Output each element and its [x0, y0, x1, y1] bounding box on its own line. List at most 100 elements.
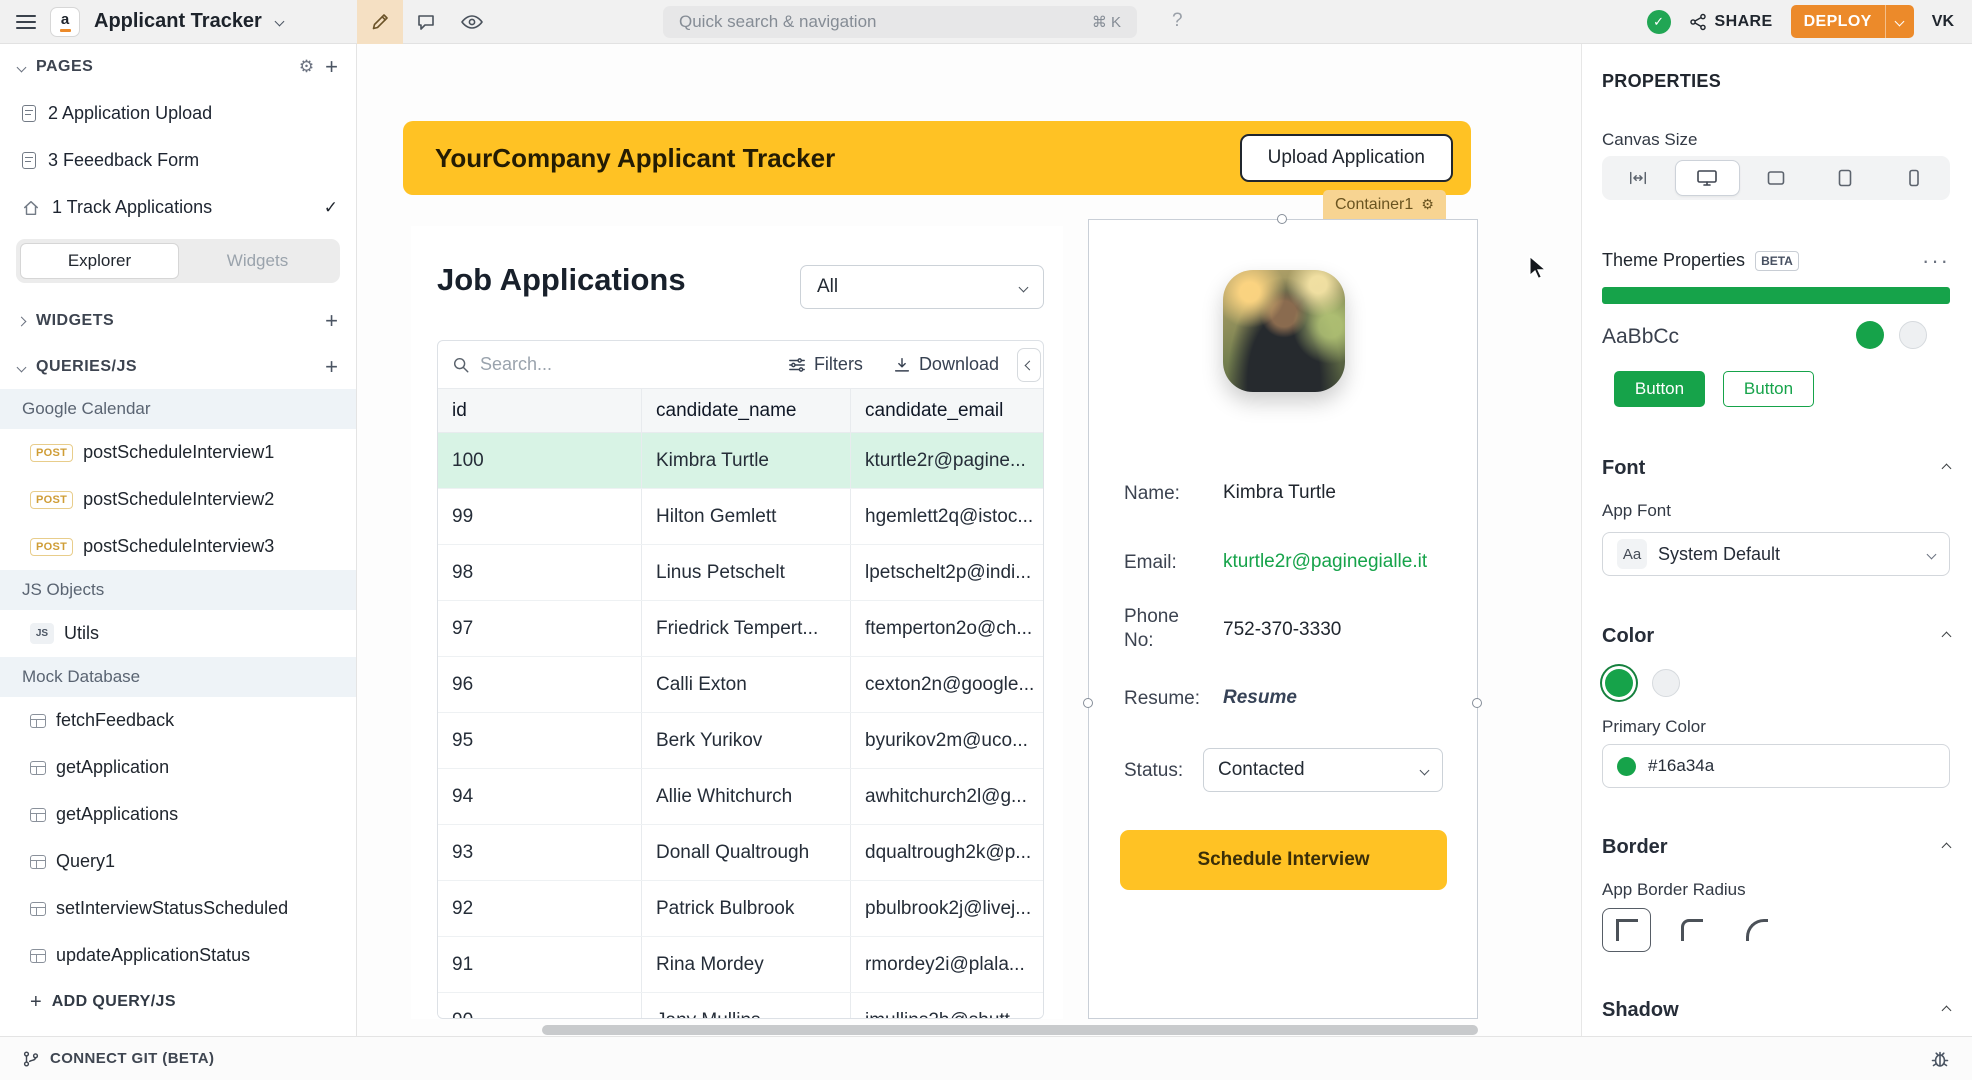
- resize-handle-left[interactable]: [1083, 698, 1093, 708]
- tab-widgets[interactable]: Widgets: [179, 243, 336, 279]
- theme-background-swatch[interactable]: [1899, 321, 1927, 349]
- query-group-mock-database[interactable]: Mock Database: [0, 657, 356, 697]
- banner-title: YourCompany Applicant Tracker: [435, 143, 835, 174]
- table-row[interactable]: 96 Calli Exton cexton2n@google...: [438, 657, 1043, 713]
- border-radius-large[interactable]: [1732, 908, 1781, 952]
- table-row[interactable]: 93 Donall Qualtrough dqualtrough2k@p...: [438, 825, 1043, 881]
- add-query-js-button[interactable]: + ADD QUERY/JS: [0, 979, 356, 1025]
- column-header-candidate-name[interactable]: candidate_name: [642, 389, 851, 432]
- comments-button[interactable]: [403, 0, 449, 44]
- border-radius-small[interactable]: [1667, 908, 1716, 952]
- home-icon: [22, 199, 40, 217]
- query-item[interactable]: getApplication: [0, 744, 356, 791]
- add-page-icon[interactable]: +: [325, 56, 338, 78]
- edit-mode-button[interactable]: [357, 0, 403, 44]
- app-title-chevron-down-icon[interactable]: [274, 17, 284, 27]
- table-row[interactable]: 97 Friedrick Tempert... ftemperton2o@ch.…: [438, 601, 1043, 657]
- widgets-section-header[interactable]: WIDGETS +: [0, 297, 356, 345]
- sidebar-page-application-upload[interactable]: 2 Application Upload: [0, 90, 356, 137]
- deploy-options-chevron-down-icon[interactable]: [1886, 5, 1914, 38]
- hamburger-menu-icon[interactable]: [16, 15, 36, 29]
- debug-bug-icon[interactable]: [1930, 1049, 1950, 1069]
- query-item[interactable]: POST postScheduleInterview2: [0, 476, 356, 523]
- share-button[interactable]: SHARE: [1689, 13, 1773, 31]
- theme-accent-swatch[interactable]: [1856, 321, 1884, 349]
- query-item[interactable]: Query1: [0, 838, 356, 885]
- collapse-panel-button[interactable]: [1017, 348, 1041, 382]
- upload-application-button[interactable]: Upload Application: [1240, 134, 1453, 182]
- canvas-size-tablet-icon[interactable]: [1812, 160, 1877, 196]
- add-query-icon[interactable]: +: [325, 356, 338, 378]
- table-row[interactable]: 99 Hilton Gemlett hgemlett2q@istoc...: [438, 489, 1043, 545]
- query-item[interactable]: POST postScheduleInterview1: [0, 429, 356, 476]
- app-title[interactable]: Applicant Tracker: [94, 10, 262, 33]
- resize-handle-top[interactable]: [1277, 214, 1287, 224]
- candidate-detail-container[interactable]: Name: Kimbra Turtle Email: kturtle2r@pag…: [1088, 219, 1478, 1019]
- color-section-header[interactable]: Color: [1602, 625, 1950, 648]
- widgets-chevron-right-icon[interactable]: [17, 316, 27, 326]
- query-item[interactable]: updateApplicationStatus: [0, 932, 356, 979]
- query-item[interactable]: setInterviewStatusScheduled: [0, 885, 356, 932]
- pages-chevron-down-icon[interactable]: [17, 62, 27, 72]
- table-row[interactable]: 100 Kimbra Turtle kturtle2r@pagine...: [438, 433, 1043, 489]
- query-group-js-objects[interactable]: JS Objects: [0, 570, 356, 610]
- query-group-google-calendar[interactable]: Google Calendar: [0, 389, 356, 429]
- tab-explorer[interactable]: Explorer: [20, 243, 179, 279]
- primary-color-input[interactable]: #16a34a: [1602, 744, 1950, 788]
- table-row[interactable]: 94 Allie Whitchurch awhitchurch2l@g...: [438, 769, 1043, 825]
- widget-name-tag[interactable]: Container1 ⚙: [1323, 190, 1446, 219]
- status-filter-select[interactable]: All: [800, 265, 1044, 309]
- horizontal-scrollbar[interactable]: [542, 1025, 1478, 1035]
- resume-label: Resume:: [1124, 687, 1200, 711]
- column-header-candidate-email[interactable]: candidate_email: [851, 389, 1043, 432]
- resize-handle-right[interactable]: [1472, 698, 1482, 708]
- query-item[interactable]: fetchFeedback: [0, 697, 356, 744]
- filters-button[interactable]: Filters: [788, 354, 863, 375]
- query-item[interactable]: getApplications: [0, 791, 356, 838]
- table-search-input[interactable]: [480, 354, 788, 375]
- canvas-size-fluid-icon[interactable]: [1606, 160, 1671, 196]
- sidebar-page-track-applications[interactable]: 1 Track Applications ✓: [0, 184, 356, 231]
- status-label: Status:: [1124, 759, 1183, 783]
- pages-settings-gear-icon[interactable]: ⚙: [299, 57, 314, 77]
- status-select[interactable]: Contacted: [1203, 748, 1443, 792]
- query-item[interactable]: POST postScheduleInterview3: [0, 523, 356, 570]
- properties-header: PROPERTIES: [1602, 71, 1950, 92]
- table-row[interactable]: 91 Rina Mordey rmordey2i@plala...: [438, 937, 1043, 993]
- preview-button[interactable]: [449, 0, 495, 44]
- background-color-swatch[interactable]: [1652, 669, 1680, 697]
- help-icon[interactable]: ?: [1172, 10, 1183, 32]
- border-radius-none[interactable]: [1602, 908, 1651, 952]
- pages-section-header[interactable]: PAGES ⚙ +: [0, 44, 356, 90]
- download-button[interactable]: Download: [893, 354, 999, 375]
- table-row[interactable]: 98 Linus Petschelt lpetschelt2p@indi...: [438, 545, 1043, 601]
- theme-accent-bar: [1602, 287, 1950, 304]
- table-row[interactable]: 90 Jany Mullins jmullins2h@shutt...: [438, 993, 1043, 1019]
- app-font-select[interactable]: Aa System Default: [1602, 532, 1950, 576]
- column-header-id[interactable]: id: [438, 389, 642, 432]
- status-bar: CONNECT GIT (BETA): [0, 1036, 1972, 1080]
- deploy-button[interactable]: DEPLOY: [1791, 5, 1914, 38]
- table-row[interactable]: 92 Patrick Bulbrook pbulbrook2j@livej...: [438, 881, 1043, 937]
- canvas-size-tablet-landscape-icon[interactable]: [1744, 160, 1809, 196]
- user-avatar[interactable]: VK: [1932, 13, 1954, 31]
- primary-color-swatch[interactable]: [1605, 669, 1633, 697]
- table-row[interactable]: 95 Berk Yurikov byurikov2m@uco...: [438, 713, 1043, 769]
- border-section-header[interactable]: Border: [1602, 836, 1950, 859]
- js-object-item[interactable]: JS Utils: [0, 610, 356, 657]
- canvas-size-desktop-icon[interactable]: [1675, 160, 1740, 196]
- add-widget-icon[interactable]: +: [325, 310, 338, 332]
- resume-link[interactable]: Resume: [1223, 687, 1297, 709]
- widget-settings-gear-icon[interactable]: ⚙: [1421, 196, 1434, 213]
- theme-more-menu-icon[interactable]: ···: [1922, 254, 1950, 267]
- queries-section-header[interactable]: QUERIES/JS +: [0, 345, 356, 389]
- email-link[interactable]: kturtle2r@paginegialle.it: [1223, 551, 1427, 573]
- shadow-section-header[interactable]: Shadow: [1602, 999, 1950, 1022]
- canvas-size-phone-icon[interactable]: [1881, 160, 1946, 196]
- font-section-header[interactable]: Font: [1602, 457, 1950, 480]
- quick-search-bar[interactable]: Quick search & navigation ⌘ K: [663, 6, 1137, 38]
- sidebar-page-feedback-form[interactable]: 3 Feeedback Form: [0, 137, 356, 184]
- connect-git-button[interactable]: CONNECT GIT (BETA): [22, 1050, 214, 1068]
- schedule-interview-button[interactable]: Schedule Interview: [1120, 830, 1447, 890]
- queries-chevron-down-icon[interactable]: [17, 362, 27, 372]
